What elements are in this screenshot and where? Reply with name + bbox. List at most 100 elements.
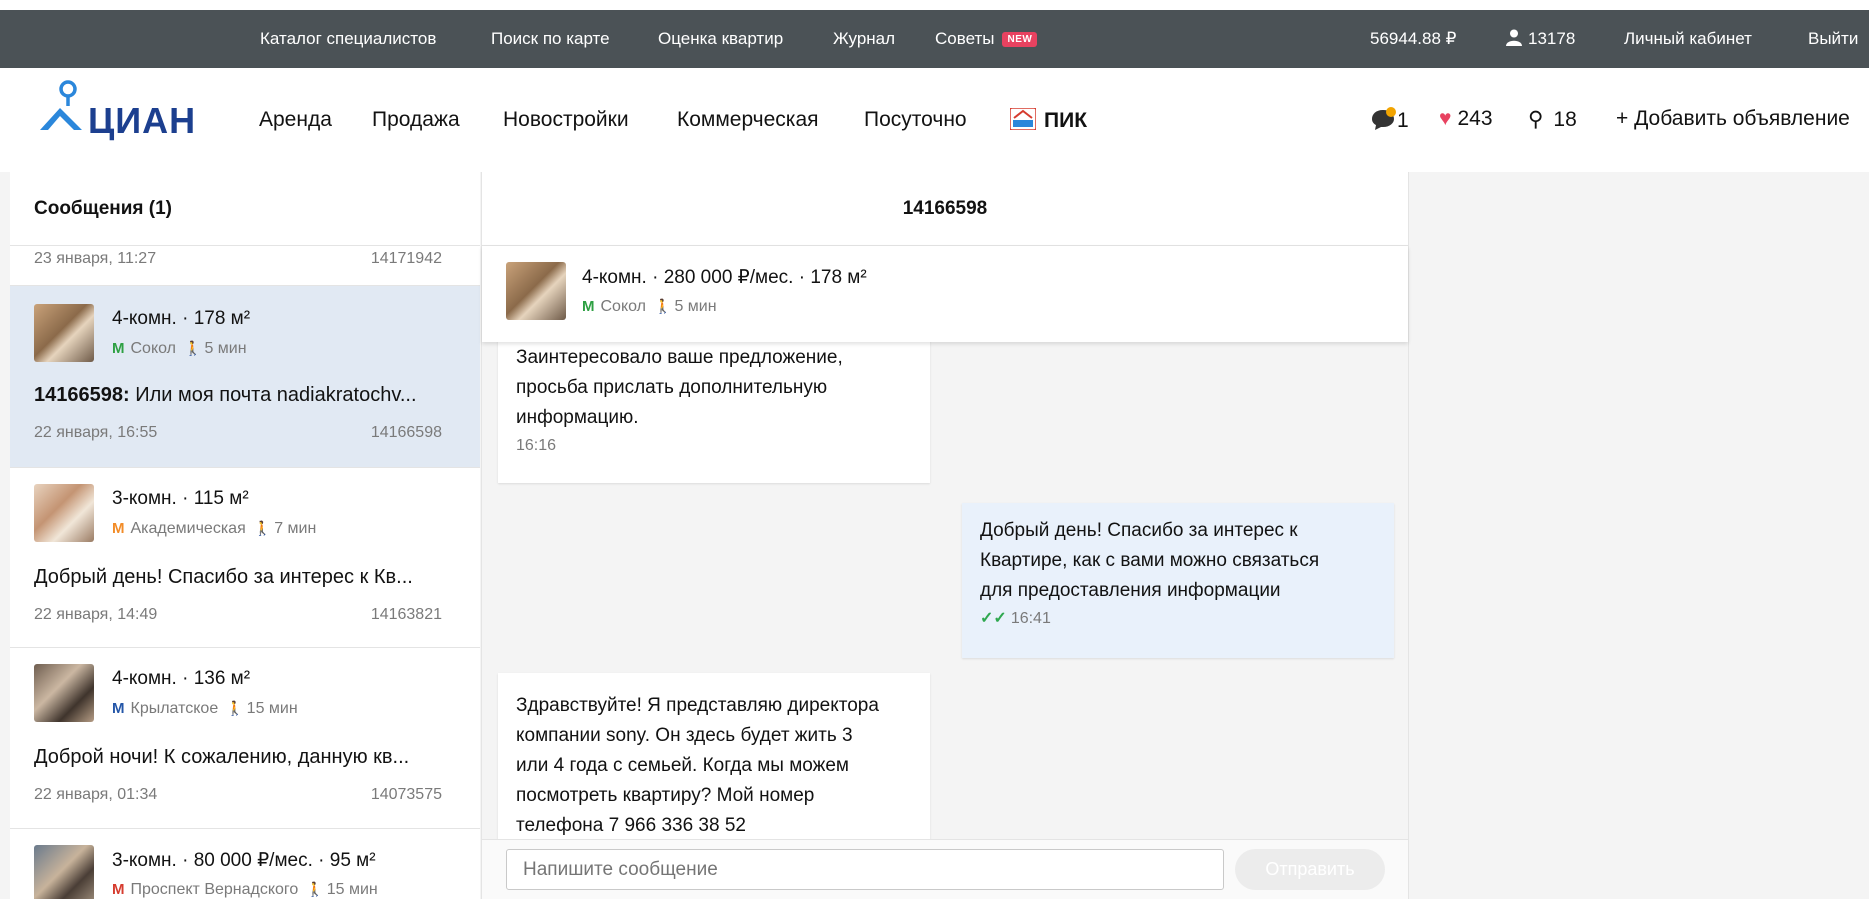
user-icon (1506, 29, 1522, 46)
last-message: 14166598: Или моя почта nadiakratochv... (34, 384, 417, 407)
conversation-list[interactable]: Сообщения (1) 23 января, 11:27 14171942 … (10, 172, 480, 899)
metro-icon: M (112, 520, 125, 537)
metro-name: Крылатское (130, 700, 219, 717)
compare-counter[interactable]: ⚲ 18 (1528, 107, 1577, 132)
walk-time: 5 мин (674, 298, 717, 315)
add-listing-button[interactable]: + Добавить объявление (1616, 107, 1850, 131)
compare-count: 18 (1553, 108, 1577, 131)
main-nav: ЦИАН Аренда Продажа Новостройки Коммерче… (0, 68, 1869, 172)
metro-name: Сокол (130, 340, 177, 357)
double-check-icon: ✓✓ (980, 610, 1007, 627)
nav-item-commercial[interactable]: Коммерческая (677, 108, 819, 132)
metro-icon: M (582, 298, 595, 315)
listing-title: 3-комн. · 80 000 ₽/мес. · 95 м² (112, 850, 376, 871)
last-message-text: Или моя почта nadiakratochv... (129, 384, 417, 406)
conversation-item-active[interactable]: 4-комн. · 178 м² M Сокол 🚶 5 мин 14166598: … (10, 286, 480, 468)
listing-title: 3-комн. · 115 м² (112, 488, 249, 509)
message-incoming: Заинтересовало ваше предложение, просьба… (498, 340, 930, 483)
favorites-count: 243 (1457, 107, 1493, 130)
nav-item-daily[interactable]: Посуточно (864, 108, 967, 132)
messages-counter[interactable]: 1 (1371, 107, 1409, 133)
walk-icon: 🚶 (654, 298, 672, 314)
conversation-date: 22 января, 14:49 (34, 606, 158, 623)
pik-icon (1009, 107, 1037, 131)
nav-item-new-buildings[interactable]: Новостройки (503, 108, 629, 132)
offer-card[interactable]: 4-комн. · 280 000 ₽/мес. · 178 м² M Сокол… (482, 246, 1408, 342)
topbar-link-valuation[interactable]: Оценка квартир (658, 29, 783, 49)
conversation-date: 23 января, 11:27 (34, 250, 157, 267)
nav-item-sale[interactable]: Продажа (372, 108, 460, 132)
conversation-id: 14166598 (370, 424, 442, 441)
walk-icon: 🚶 (306, 881, 324, 897)
tips-label: Советы (935, 29, 995, 48)
messages-area: Сообщения (1) 23 января, 11:27 14171942 … (0, 172, 1869, 899)
message-line: информацию. (516, 407, 639, 428)
metro-icon: M (112, 700, 125, 717)
cian-logo[interactable]: ЦИАН (38, 80, 208, 150)
conversation-item[interactable]: 4-комн. · 136 м² M Крылатское 🚶 15 мин Добр… (10, 648, 480, 829)
nav-item-rent[interactable]: Аренда (259, 108, 332, 132)
listing-thumbnail (34, 484, 94, 542)
message-line: для предоставления информации (980, 580, 1281, 601)
message-line: или 4 года с семьей. Когда мы можем (516, 755, 849, 776)
message-time: 16:16 (516, 437, 557, 454)
walk-time: 5 мин (204, 340, 247, 357)
metro-name: Сокол (600, 298, 647, 315)
listing-metro: M Проспект Вернадского 🚶 15 мин (112, 881, 378, 899)
offer-title: 4-комн. · 280 000 ₽/мес. · 178 м² (582, 267, 867, 288)
walk-time: 7 мин (274, 520, 317, 537)
personal-cabinet-link[interactable]: Личный кабинет (1624, 29, 1752, 49)
conversation-id: 14073575 (370, 786, 442, 803)
walk-icon: 🚶 (226, 700, 244, 716)
logo-text: ЦИАН (88, 100, 197, 141)
conversation-item[interactable]: 3-комн. · 80 000 ₽/мес. · 95 м² M Проспек… (10, 829, 480, 899)
offer-thumbnail (506, 262, 566, 320)
listing-thumbnail (34, 664, 94, 722)
topbar-link-map-search[interactable]: Поиск по карте (491, 29, 610, 49)
message-incoming: Здравствуйте! Я представляю директора ко… (498, 673, 930, 843)
logout-link[interactable]: Выйти (1808, 29, 1858, 49)
message-line: Здравствуйте! Я представляю директора (516, 695, 879, 716)
chat-icon (1372, 107, 1396, 130)
message-line: Квартире, как с вами можно связаться (980, 550, 1320, 571)
message-line: телефона 7 966 336 38 52 (516, 815, 746, 836)
conversation-id: 14163821 (370, 606, 442, 623)
user-id[interactable]: 13178 (1506, 29, 1575, 49)
chat-title: 14166598 (902, 198, 988, 219)
nav-item-pik[interactable]: ПИК (1009, 107, 1087, 133)
favorites-counter[interactable]: ♥ 243 (1439, 107, 1493, 131)
listing-thumbnail (34, 304, 94, 362)
conversation-list-title: Сообщения (1) (34, 198, 173, 219)
metro-icon: M (112, 340, 125, 357)
top-bar: Каталог специалистов Поиск по карте Оцен… (0, 10, 1869, 68)
last-message: Добрый день! Спасибо за интерес к Кв... (34, 566, 413, 588)
conversation-date: 22 января, 01:34 (34, 786, 158, 803)
message-input[interactable] (506, 849, 1224, 890)
new-badge: NEW (1002, 32, 1038, 47)
listing-title: 4-комн. · 178 м² (112, 308, 251, 329)
conversation-item[interactable]: 3-комн. · 115 м² M Академическая 🚶 7 мин До… (10, 468, 480, 648)
message-line: компании sony. Он здесь будет жить 3 (516, 725, 853, 746)
last-message-id: 14166598: (34, 384, 130, 406)
metro-name: Проспект Вернадского (130, 881, 299, 898)
chat-header: 14166598 (482, 172, 1408, 246)
message-composer: Отправить (482, 839, 1408, 899)
message-time: 16:41 (1010, 610, 1051, 627)
send-button[interactable]: Отправить (1235, 849, 1385, 890)
message-time-row: ✓✓ 16:41 (980, 606, 1376, 632)
chat-panel: 14166598 4-комн. · 280 000 ₽/мес. · 178 … (481, 172, 1409, 899)
topbar-link-tips[interactable]: Советы NEW (935, 29, 1038, 49)
metro-name: Академическая (130, 520, 246, 537)
walk-icon: 🚶 (253, 520, 272, 536)
balance[interactable]: 56944.88 ₽ (1370, 29, 1456, 49)
last-message: Доброй ночи! К сожалению, данную кв... (34, 746, 410, 768)
listing-title: 4-комн. · 136 м² (112, 668, 251, 689)
right-empty-panel (1410, 172, 1869, 899)
topbar-link-catalog[interactable]: Каталог специалистов (260, 29, 436, 49)
listing-metro: M Академическая 🚶 7 мин (112, 520, 316, 538)
message-line: Добрый день! Спасибо за интерес к (980, 520, 1298, 541)
listing-metro: M Сокол 🚶 5 мин (112, 340, 247, 358)
message-line: посмотреть квартиру? Мой номер (516, 785, 815, 806)
walk-time: 15 мин (326, 881, 378, 898)
topbar-link-journal[interactable]: Журнал (833, 29, 895, 49)
